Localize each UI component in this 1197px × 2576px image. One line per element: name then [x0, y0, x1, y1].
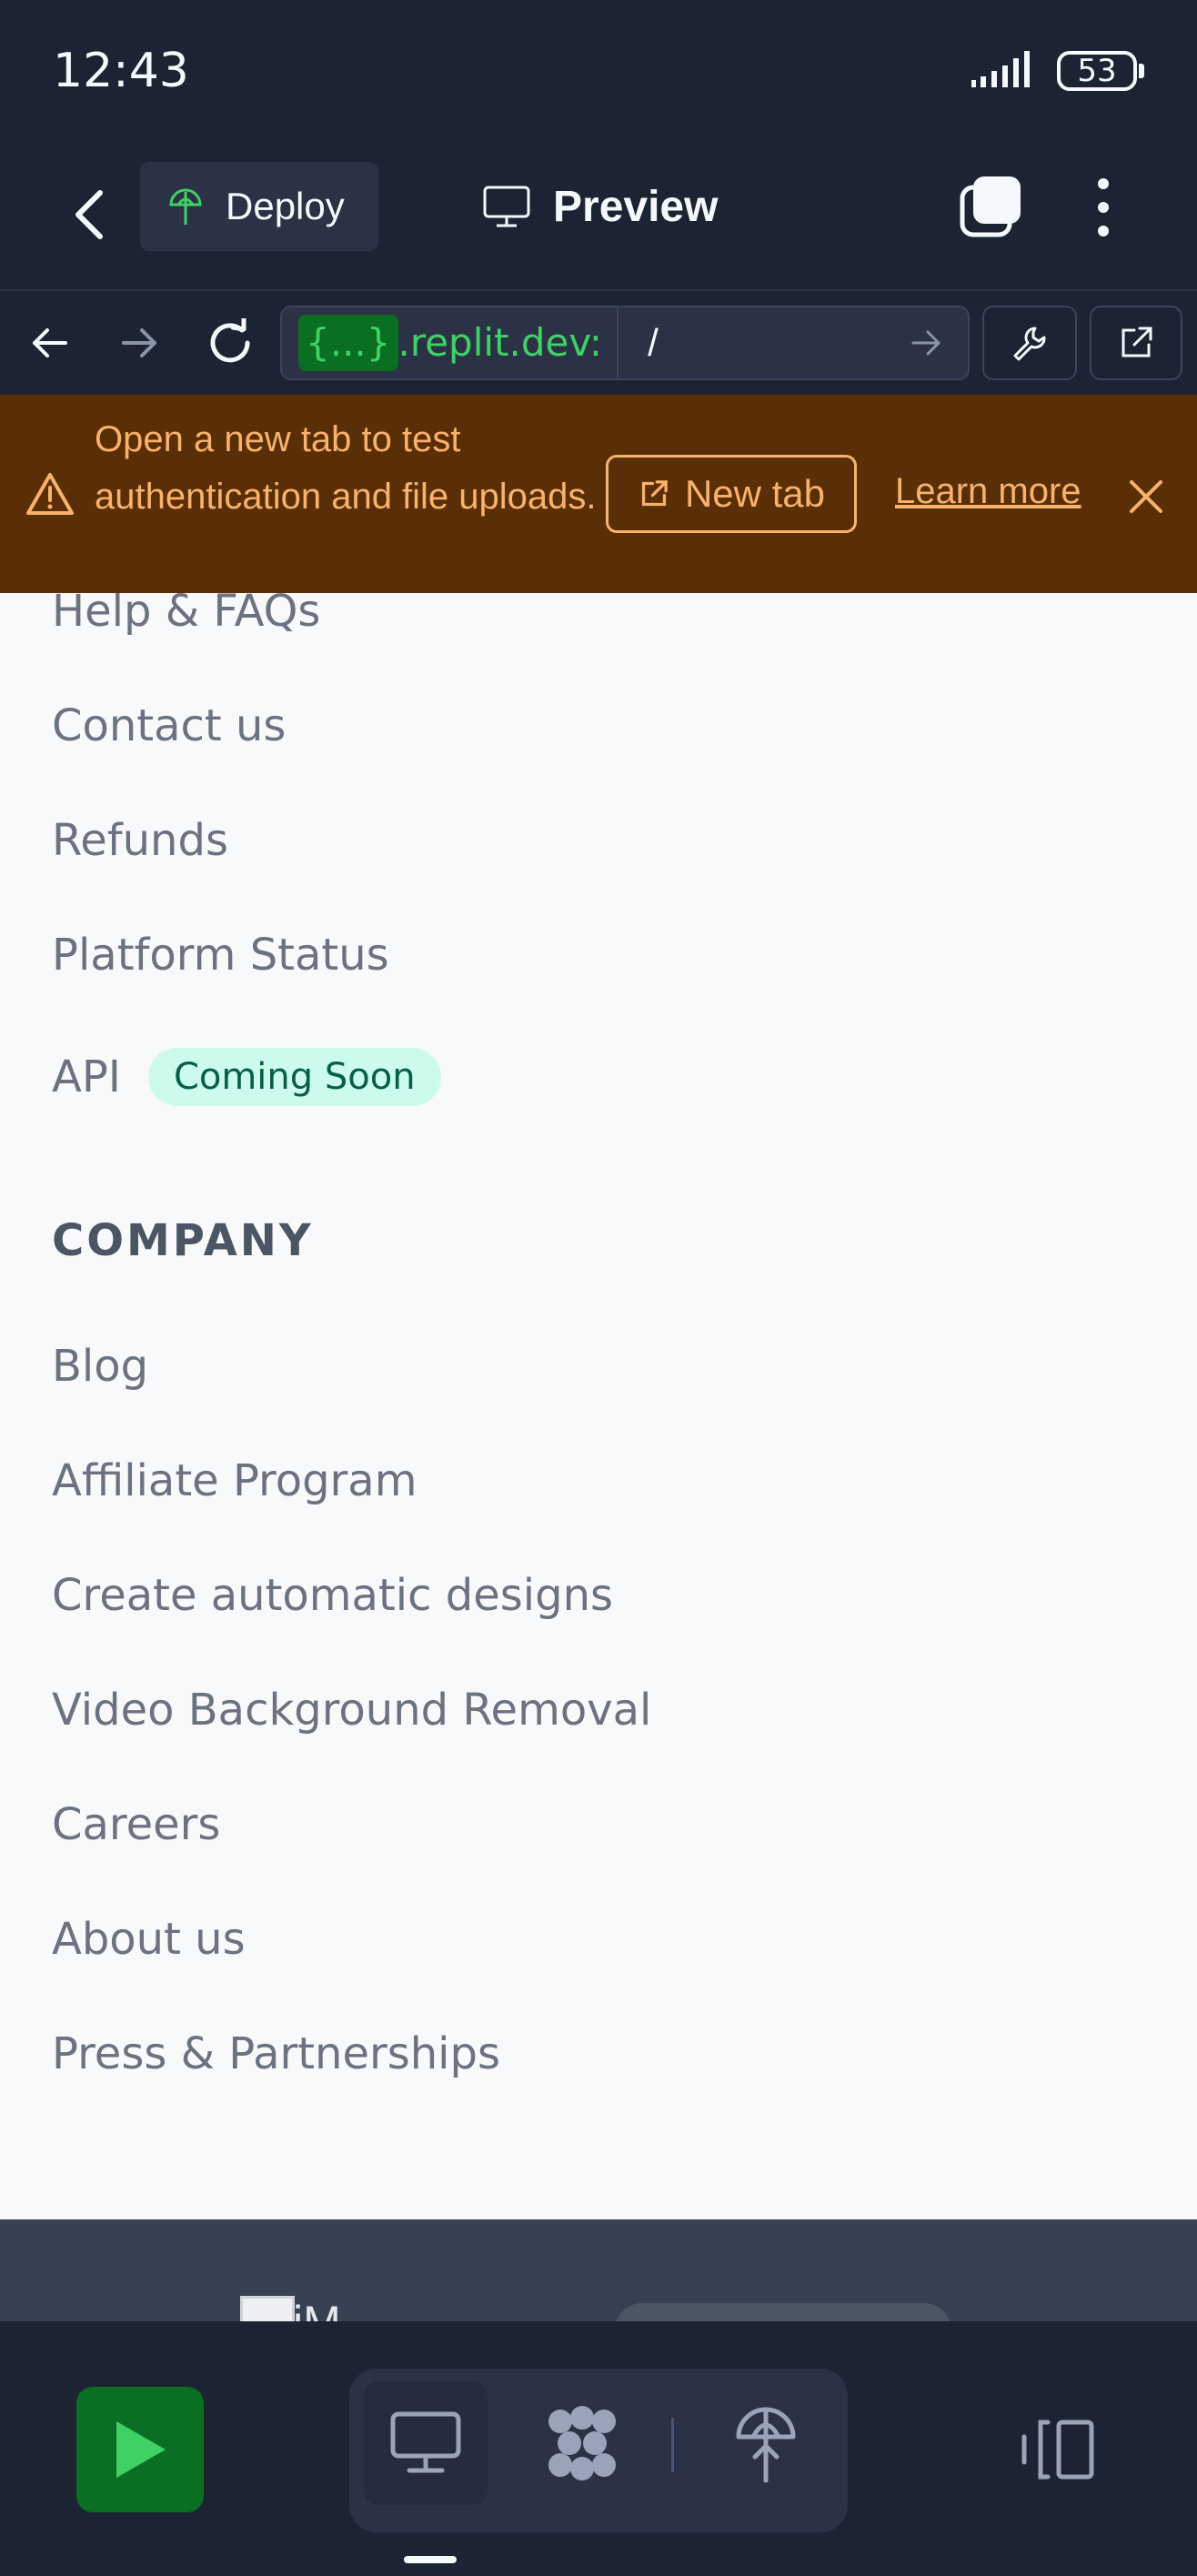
- bottom-toolbar: [0, 2321, 1197, 2576]
- external-link-icon: [1122, 327, 1152, 357]
- deploy-icon: [167, 186, 204, 226]
- monitor-icon: [390, 2411, 461, 2473]
- status-time: 12:43: [53, 44, 189, 98]
- url-input[interactable]: {...} .replit.dev: /: [280, 306, 970, 380]
- play-icon: [116, 2421, 166, 2478]
- reload-icon: [210, 318, 250, 363]
- signal-icon: [971, 51, 1030, 87]
- tabs-icon: [960, 176, 1021, 237]
- api-row: API Coming Soon: [52, 1048, 441, 1106]
- footer-logo-text: iM: [293, 2296, 341, 2321]
- tabs-button[interactable]: [955, 173, 1024, 242]
- status-bar: 12:43 53: [0, 0, 1197, 146]
- devtools-button[interactable]: [982, 306, 1077, 380]
- footer-link[interactable]: Create automatic designs: [52, 1570, 613, 1621]
- run-button[interactable]: [76, 2387, 204, 2512]
- banner-message: Open a new tab to test authentication an…: [95, 419, 597, 517]
- nav-forward-button[interactable]: [109, 313, 169, 373]
- web-preview: Help & FAQs Contact us Refunds Platform …: [0, 593, 1197, 2321]
- agent-icon: [548, 2406, 616, 2480]
- footer-link[interactable]: Help & FAQs: [52, 593, 320, 637]
- panel-toggle-button[interactable]: [1019, 2387, 1097, 2512]
- footer-link[interactable]: Platform Status: [52, 930, 389, 981]
- url-bar: {...} .replit.dev: /: [0, 289, 1197, 395]
- footer-pill-button[interactable]: [615, 2303, 951, 2321]
- new-tab-button[interactable]: New tab: [606, 455, 857, 533]
- url-path[interactable]: /: [648, 321, 910, 365]
- auth-warning-banner: Open a new tab to test authentication an…: [0, 395, 1197, 593]
- footer-link[interactable]: Video Background Removal: [52, 1685, 651, 1736]
- footer-link[interactable]: Contact us: [52, 700, 286, 751]
- page-footer-bar: iM: [0, 2219, 1197, 2321]
- footer-link[interactable]: About us: [52, 1914, 246, 1965]
- nav-back-button[interactable]: [20, 313, 80, 373]
- footer-link[interactable]: Refunds: [52, 815, 228, 866]
- wrench-icon: [1013, 327, 1046, 361]
- monitor-icon: [482, 185, 531, 228]
- deploy-label: Deploy: [226, 185, 345, 227]
- agent-tool-button[interactable]: [520, 2381, 644, 2505]
- arrow-left-icon: [33, 328, 67, 357]
- external-link-icon: [638, 478, 670, 510]
- preview-tab[interactable]: Preview: [482, 175, 718, 238]
- warning-icon: [26, 473, 74, 515]
- tool-divider: [671, 2418, 674, 2472]
- preview-tool-button[interactable]: [364, 2381, 488, 2505]
- company-section-title: COMPANY: [52, 1215, 314, 1266]
- top-bar: Deploy Preview: [0, 146, 1197, 289]
- footer-link[interactable]: Affiliate Program: [52, 1455, 417, 1506]
- sidebar-panel-icon: [1021, 2420, 1094, 2480]
- more-menu-button[interactable]: [1082, 173, 1124, 242]
- footer-link-api[interactable]: API: [52, 1052, 121, 1102]
- more-vertical-icon: [1098, 178, 1109, 236]
- deploy-icon: [736, 2407, 796, 2483]
- tool-switcher: [349, 2369, 848, 2532]
- back-button[interactable]: [55, 178, 127, 251]
- footer-link[interactable]: Careers: [52, 1799, 220, 1850]
- learn-more-link[interactable]: Learn more: [895, 471, 1081, 512]
- chevron-left-icon: [75, 190, 103, 239]
- footer-link[interactable]: Blog: [52, 1341, 148, 1392]
- new-tab-label: New tab: [684, 472, 826, 515]
- banner-close-button[interactable]: [1124, 475, 1168, 518]
- deploy-button[interactable]: Deploy: [140, 162, 378, 251]
- home-indicator: [404, 2556, 457, 2563]
- footer-link[interactable]: Press & Partnerships: [52, 2028, 500, 2079]
- arrow-right-icon: [122, 328, 156, 357]
- go-arrow-icon[interactable]: [910, 327, 942, 359]
- battery-indicator: 53: [1057, 51, 1137, 91]
- reload-button[interactable]: [200, 313, 260, 373]
- open-external-button[interactable]: [1090, 306, 1182, 380]
- preview-label: Preview: [553, 182, 719, 231]
- deploy-tool-button[interactable]: [704, 2381, 828, 2505]
- close-icon: [1130, 480, 1162, 513]
- coming-soon-badge: Coming Soon: [147, 1048, 441, 1106]
- broken-image-icon: [240, 2296, 295, 2321]
- battery-tip: [1139, 64, 1144, 78]
- url-dev-chip: {...}: [298, 315, 398, 371]
- url-host: .replit.dev:: [398, 306, 619, 380]
